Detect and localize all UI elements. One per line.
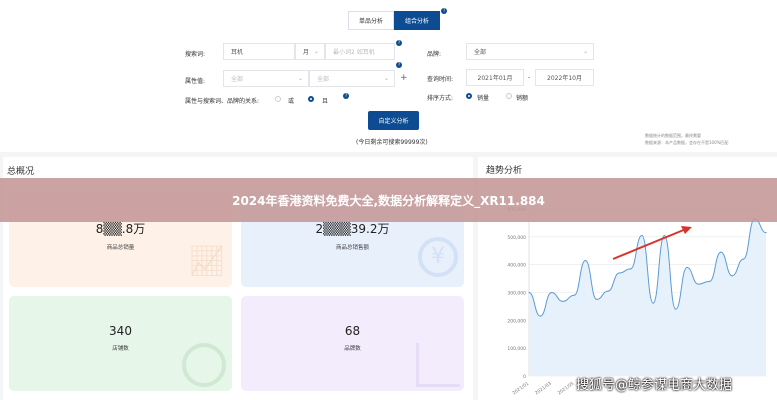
- y-tick-label: 300,000: [507, 291, 526, 297]
- time-separator: -: [528, 74, 531, 81]
- card-store-count: 340 店铺数: [9, 296, 232, 391]
- sort-amount-radio[interactable]: [506, 93, 512, 99]
- attr2-value: 全部: [317, 76, 330, 83]
- sort-label: 排序方式:: [427, 95, 454, 102]
- card-value: 340: [109, 324, 132, 338]
- relation-and-radio[interactable]: [308, 96, 314, 102]
- data-point: [641, 234, 643, 237]
- help-icon[interactable]: ?: [441, 8, 447, 14]
- data-point: [629, 268, 632, 270]
- data-point: [720, 251, 722, 253]
- relation-or-radio[interactable]: [275, 96, 281, 102]
- data-point: [765, 232, 767, 234]
- attr-select-1[interactable]: 全部 ⌄: [223, 70, 309, 87]
- data-point: [550, 291, 553, 294]
- time-label: 查询时间:: [427, 76, 454, 83]
- x-tick-label: 2021/05: [557, 381, 576, 397]
- help-icon[interactable]: ?: [396, 40, 402, 46]
- data-point: [607, 290, 609, 292]
- yen-icon: ¥: [418, 237, 458, 277]
- card-value: 68: [344, 324, 361, 338]
- attr-label: 属性值:: [185, 78, 206, 85]
- data-point: [686, 266, 688, 269]
- keyword-input[interactable]: 耳机: [223, 43, 295, 60]
- relation-and-label: 且: [322, 98, 329, 105]
- chevron-down-icon: ⌄: [313, 48, 319, 55]
- data-point: [731, 275, 733, 277]
- chevron-down-icon: ⌄: [297, 75, 303, 82]
- tab-single-analysis[interactable]: 单品分析: [348, 11, 394, 30]
- trend-arrow: [612, 228, 687, 260]
- data-point: [742, 258, 745, 260]
- quota-text: (今日剩余可搜索99999次): [356, 139, 428, 146]
- period-select[interactable]: 月 ⌄: [295, 43, 325, 60]
- data-point: [584, 259, 587, 262]
- help-icon[interactable]: ?: [343, 93, 349, 99]
- area-fill: [529, 218, 766, 376]
- y-tick-label: 100,000: [507, 346, 526, 352]
- attr-select-2[interactable]: 全部 ⌄: [309, 70, 395, 87]
- keyword-label: 搜索词:: [185, 51, 206, 58]
- y-tick-label: 200,000: [507, 318, 526, 324]
- overlay-banner: 2024年香港资料免费大全,数据分析解释定义_XR11.884: [0, 178, 777, 222]
- add-attr-button[interactable]: +: [400, 73, 408, 83]
- data-point: [573, 294, 575, 296]
- note-line-1: 数据统计的数据范围，最终需要: [645, 133, 701, 138]
- y-tick-label: 400,000: [507, 263, 526, 269]
- x-tick-label: 2021/03: [534, 381, 553, 397]
- y-tick-label: 0: [523, 374, 526, 380]
- filter-panel: 单品分析 组合分析 ? 搜索词: 耳机 月 ⌄ 最小词2 如耳机 ? ? 属性值:…: [0, 0, 777, 152]
- help-icon[interactable]: ?: [396, 62, 402, 68]
- data-point: [528, 291, 530, 294]
- tab-combo-analysis[interactable]: 组合分析: [394, 11, 440, 30]
- card-brand-count: 68 品牌数: [241, 296, 464, 391]
- brand-value: 全部: [474, 49, 487, 56]
- period-value: 月: [303, 49, 310, 56]
- note-line-2: 数据来源：本产品数据，会存在不是100%匹配: [645, 140, 729, 145]
- y-tick-label: 500,000: [507, 235, 526, 241]
- data-point: [697, 283, 699, 285]
- chevron-down-icon: ⌄: [582, 48, 588, 55]
- time-to-input[interactable]: 2022年10月: [535, 69, 594, 86]
- relation-label: 属性与搜索词、品牌的关系:: [185, 98, 260, 105]
- pie-chart-icon: [182, 343, 226, 387]
- sort-volume-label: 销量: [477, 95, 490, 102]
- brand-select[interactable]: 全部 ⌄: [466, 43, 594, 60]
- x-tick-label: 2021/01: [511, 381, 530, 397]
- watermark: 搜狐号@鲸参谋电商大数据: [576, 378, 733, 393]
- keyword2-input[interactable]: 最小词2 如耳机: [325, 43, 395, 60]
- data-point: [663, 234, 666, 237]
- data-point: [596, 298, 598, 301]
- chevron-down-icon: ⌄: [383, 75, 389, 82]
- card-value: 8▒▒.8万: [95, 222, 146, 236]
- chart-up-icon: 📈︎: [187, 244, 226, 279]
- time-from-input[interactable]: 2021年01月: [466, 69, 524, 86]
- data-point: [539, 315, 541, 317]
- sort-amount-label: 销额: [516, 95, 529, 102]
- attr1-value: 全部: [231, 76, 244, 83]
- relation-or-label: 或: [288, 98, 295, 105]
- card-value: 2▒▒▒39.2万: [315, 222, 390, 236]
- overview-title: 总概况: [7, 167, 35, 177]
- custom-analysis-button[interactable]: 自定义分析: [368, 111, 419, 130]
- data-point: [562, 300, 564, 303]
- data-point: [652, 302, 654, 304]
- data-point: [618, 272, 620, 274]
- sort-volume-radio[interactable]: [466, 93, 472, 99]
- bar-chart-icon: [416, 343, 460, 387]
- data-point: [675, 308, 677, 310]
- data-point: [708, 280, 711, 282]
- brand-label: 品牌:: [427, 51, 442, 58]
